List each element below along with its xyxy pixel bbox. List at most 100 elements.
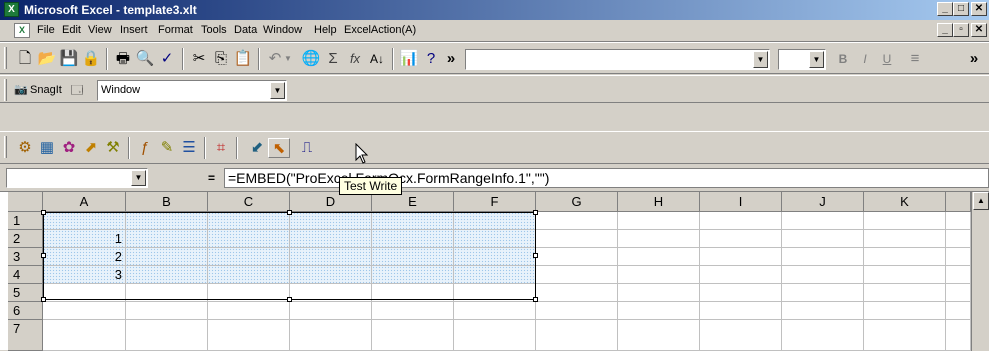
cell-e2[interactable] (372, 230, 454, 248)
resize-handle[interactable] (287, 297, 292, 302)
cell-j3[interactable] (782, 248, 864, 266)
cell-a1[interactable] (43, 212, 126, 230)
toolbar-grip[interactable] (4, 47, 7, 69)
menu-data[interactable]: Data (234, 24, 257, 36)
column-header-h[interactable]: H (618, 192, 700, 212)
toolbar-grip[interactable] (4, 79, 7, 101)
cell-j5[interactable] (782, 284, 864, 302)
more-buttons-icon[interactable]: » (440, 49, 462, 69)
cell-g7[interactable] (536, 320, 618, 351)
help-icon[interactable]: ? (420, 49, 442, 69)
cell-f4[interactable] (454, 266, 536, 284)
undo-dropdown-icon[interactable]: ▼ (282, 49, 294, 69)
print-preview-icon[interactable]: 🔍 (134, 49, 156, 69)
open-icon[interactable]: 📂 (36, 49, 58, 69)
row-header-3[interactable]: 3 (8, 248, 43, 266)
row-header-1[interactable]: 1 (8, 212, 43, 230)
cell-b5[interactable] (126, 284, 208, 302)
cell-c4[interactable] (208, 266, 290, 284)
cell-g6[interactable] (536, 302, 618, 320)
cell-extra4[interactable] (946, 266, 971, 284)
chevron-down-icon[interactable]: ▼ (131, 170, 146, 186)
column-header-c[interactable]: C (208, 192, 290, 212)
cell-e1[interactable] (372, 212, 454, 230)
cell-i6[interactable] (700, 302, 782, 320)
cell-d6[interactable] (290, 302, 372, 320)
cell-a5[interactable] (43, 284, 126, 302)
capture-mode-combo[interactable]: Window ▼ (97, 80, 287, 101)
column-header-e[interactable]: E (372, 192, 454, 212)
resize-handle[interactable] (287, 210, 292, 215)
resize-handle[interactable] (41, 210, 46, 215)
workbook-icon[interactable]: X (14, 23, 30, 38)
cell-f7[interactable] (454, 320, 536, 351)
cell-extra6[interactable] (946, 302, 971, 320)
cell-k2[interactable] (864, 230, 946, 248)
cell-extra1[interactable] (946, 212, 971, 230)
underline-button[interactable]: U (876, 49, 898, 69)
cell-g4[interactable] (536, 266, 618, 284)
menu-format[interactable]: Format (158, 24, 193, 36)
form-icon[interactable]: ▦ (36, 138, 58, 158)
cell-g2[interactable] (536, 230, 618, 248)
cell-c6[interactable] (208, 302, 290, 320)
save-icon[interactable]: 💾 (58, 49, 80, 69)
maximize-button[interactable]: □ (953, 2, 969, 16)
properties-icon[interactable]: ✿ (58, 138, 80, 158)
column-header-j[interactable]: J (782, 192, 864, 212)
cell-e5[interactable] (372, 284, 454, 302)
cell-i2[interactable] (700, 230, 782, 248)
cell-i3[interactable] (700, 248, 782, 266)
cell-f2[interactable] (454, 230, 536, 248)
excel-app-icon[interactable]: X (4, 2, 19, 17)
cell-b1[interactable] (126, 212, 208, 230)
equals-button[interactable]: = (208, 171, 215, 185)
cell-i7[interactable] (700, 320, 782, 351)
cell-j1[interactable] (782, 212, 864, 230)
align-left-icon[interactable]: ≡ (904, 49, 926, 69)
select-all-button[interactable] (8, 192, 43, 212)
column-header-a[interactable]: A (43, 192, 126, 212)
resize-handle[interactable] (41, 297, 46, 302)
cell-b6[interactable] (126, 302, 208, 320)
cell-g5[interactable] (536, 284, 618, 302)
test-write-icon[interactable]: ⬉ (268, 138, 290, 158)
font-name-combo[interactable]: ▼ (465, 49, 770, 70)
print-icon[interactable]: 🖶 (112, 49, 134, 69)
cell-k6[interactable] (864, 302, 946, 320)
cell-c5[interactable] (208, 284, 290, 302)
close-button[interactable]: ✕ (971, 2, 987, 16)
menu-help[interactable]: Help (314, 24, 337, 36)
resize-handle[interactable] (41, 253, 46, 258)
cut-icon[interactable]: ✂ (188, 49, 210, 69)
resize-handle[interactable] (533, 297, 538, 302)
menu-excelaction[interactable]: ExcelAction(A) (344, 24, 416, 36)
cell-d5[interactable] (290, 284, 372, 302)
paste-icon[interactable]: 📋 (232, 49, 254, 69)
spelling-icon[interactable]: ✓ (156, 49, 178, 69)
column-header-partial[interactable] (946, 192, 971, 212)
cell-a7[interactable] (43, 320, 126, 351)
column-header-i[interactable]: I (700, 192, 782, 212)
cell-b3[interactable] (126, 248, 208, 266)
menu-view[interactable]: View (88, 24, 112, 36)
cell-e4[interactable] (372, 266, 454, 284)
cell-h2[interactable] (618, 230, 700, 248)
test-read-icon[interactable]: ⬋ (246, 138, 268, 158)
cell-j7[interactable] (782, 320, 864, 351)
grid-icon[interactable]: ⌗ (210, 138, 232, 158)
cell-c3[interactable] (208, 248, 290, 266)
cell-f3[interactable] (454, 248, 536, 266)
vertical-scrollbar[interactable]: ▲ (971, 192, 989, 351)
sort-ascending-icon[interactable]: A↓ (366, 49, 388, 69)
chart-wizard-icon[interactable]: 📊 (398, 49, 420, 69)
cell-e7[interactable] (372, 320, 454, 351)
column-header-k[interactable]: K (864, 192, 946, 212)
monitor-icon[interactable]: ⎍ (296, 138, 318, 158)
cell-extra3[interactable] (946, 248, 971, 266)
function-icon[interactable]: ƒ (134, 138, 156, 158)
cell-f1[interactable] (454, 212, 536, 230)
chevron-down-icon[interactable]: ▼ (753, 51, 768, 68)
cell-i4[interactable] (700, 266, 782, 284)
copy-icon[interactable]: ⎘ (210, 49, 232, 69)
